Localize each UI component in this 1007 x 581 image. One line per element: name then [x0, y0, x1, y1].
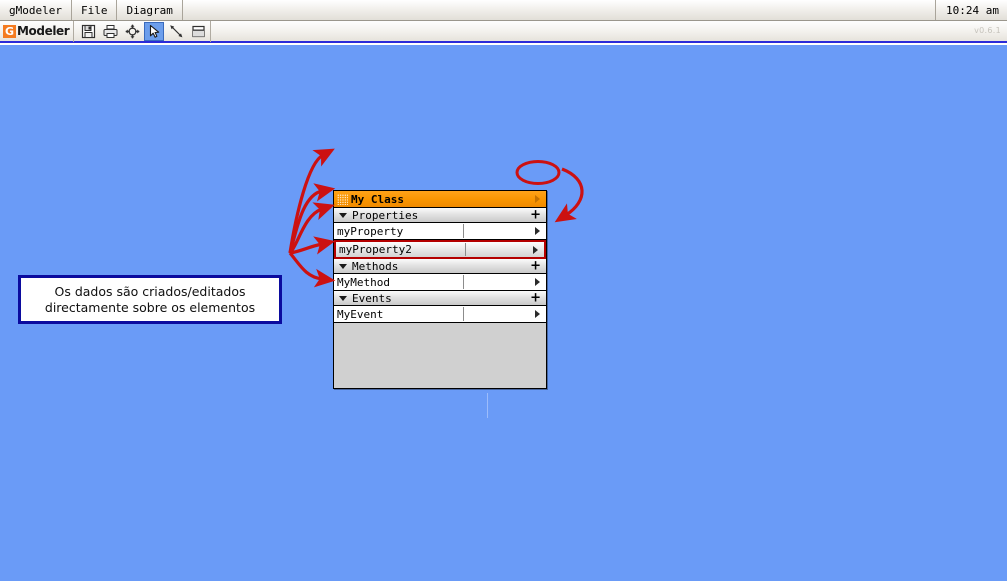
arrow-add-to-new-row — [554, 167, 584, 223]
pan-icon — [125, 24, 140, 38]
item-label[interactable]: MyEvent — [337, 308, 383, 321]
add-method-button[interactable]: + — [530, 260, 541, 273]
class-shape-icon — [192, 25, 205, 37]
toolbar-buttons — [74, 21, 210, 41]
chevron-right-icon[interactable] — [533, 245, 538, 254]
chevron-right-icon[interactable] — [535, 278, 540, 286]
menu-item-file[interactable]: File — [72, 0, 118, 20]
arrow-to-class-header — [288, 148, 335, 254]
arrow-to-myproperty — [288, 183, 336, 254]
connector-tool-button[interactable] — [166, 22, 186, 41]
callout-pointer-arrows — [288, 148, 336, 288]
section-header-events[interactable]: Events + — [334, 291, 546, 306]
logo-wordmark: Modeler — [17, 24, 70, 38]
menu-item-label: gModeler — [9, 3, 62, 17]
menu-item-gmodeler[interactable]: gModeler — [0, 0, 72, 20]
menu-item-label: Diagram — [126, 3, 173, 17]
highlight-ellipse-add-button — [515, 160, 561, 185]
section-header-properties[interactable]: Properties + — [334, 208, 546, 223]
pan-button[interactable] — [122, 22, 142, 41]
caret-down-icon[interactable] — [339, 295, 347, 301]
clock-label: 10:24 am — [946, 3, 999, 17]
class-element-my-class[interactable]: My Class Properties + myProperty myPrope… — [333, 190, 547, 389]
section-label: Properties — [352, 208, 419, 222]
toolbar-filler: v0.6.1 — [210, 20, 1007, 42]
add-property-button[interactable]: + — [530, 209, 541, 222]
arrow-to-myevent — [288, 251, 336, 288]
item-label[interactable]: MyMethod — [337, 276, 390, 289]
print-icon — [103, 24, 118, 38]
save-button[interactable] — [78, 22, 98, 41]
app-logo: G Modeler — [0, 20, 75, 42]
connector-guide-line — [487, 393, 488, 418]
callout-line-2: directamente sobre os elementos — [44, 299, 256, 315]
connector-line-icon — [169, 24, 183, 37]
item-column-divider — [463, 224, 464, 238]
add-event-button[interactable]: + — [530, 292, 541, 305]
callout-line-1: Os dados são criados/editados — [54, 283, 246, 299]
arrow-to-mymethod — [289, 236, 336, 255]
item-label[interactable]: myProperty2 — [339, 243, 412, 256]
annotation-callout-box: Os dados são criados/editados directamen… — [18, 275, 282, 324]
list-item-myproperty2[interactable]: myProperty2 — [334, 240, 546, 259]
version-label: v0.6.1 — [974, 25, 1001, 35]
arrow-to-myproperty2 — [288, 202, 335, 255]
class-header[interactable]: My Class — [334, 191, 546, 208]
diagram-canvas[interactable]: My Class Properties + myProperty myPrope… — [0, 45, 1007, 581]
system-clock: 10:24 am — [936, 0, 1007, 20]
select-tool-button[interactable] — [144, 21, 165, 41]
menu-bar-spacer — [183, 0, 937, 20]
menu-bar: gModeler File Diagram 10:24 am — [0, 0, 1007, 21]
caret-down-icon[interactable] — [339, 212, 347, 218]
print-button[interactable] — [100, 22, 120, 41]
gmodeler-window: gModeler File Diagram 10:24 am G Modeler — [0, 0, 1007, 581]
list-item-myproperty[interactable]: myProperty — [334, 223, 546, 240]
section-label: Events — [352, 291, 392, 305]
item-column-divider — [463, 307, 464, 321]
class-title[interactable]: My Class — [351, 193, 404, 206]
chevron-right-icon[interactable] — [535, 310, 540, 318]
item-column-divider — [463, 275, 464, 289]
caret-down-icon[interactable] — [339, 263, 347, 269]
item-column-divider — [465, 243, 466, 256]
item-label[interactable]: myProperty — [337, 225, 403, 238]
select-arrow-icon — [149, 24, 160, 38]
menu-item-label: File — [80, 3, 108, 17]
list-item-myevent[interactable]: MyEvent — [334, 306, 546, 323]
class-shape-tool-button[interactable] — [188, 22, 208, 41]
toolbar: G Modeler v0.6.1 — [0, 20, 1007, 43]
logo-badge-icon: G — [3, 24, 16, 38]
chevron-right-icon[interactable] — [535, 227, 540, 235]
menu-item-diagram[interactable]: Diagram — [117, 0, 183, 20]
section-header-methods[interactable]: Methods + — [334, 259, 546, 274]
chevron-right-icon[interactable] — [535, 195, 540, 203]
drag-grip-icon[interactable] — [337, 193, 348, 205]
section-label: Methods — [352, 259, 399, 273]
list-item-mymethod[interactable]: MyMethod — [334, 274, 546, 291]
save-icon — [81, 24, 95, 38]
class-body-empty-area[interactable] — [334, 323, 546, 388]
